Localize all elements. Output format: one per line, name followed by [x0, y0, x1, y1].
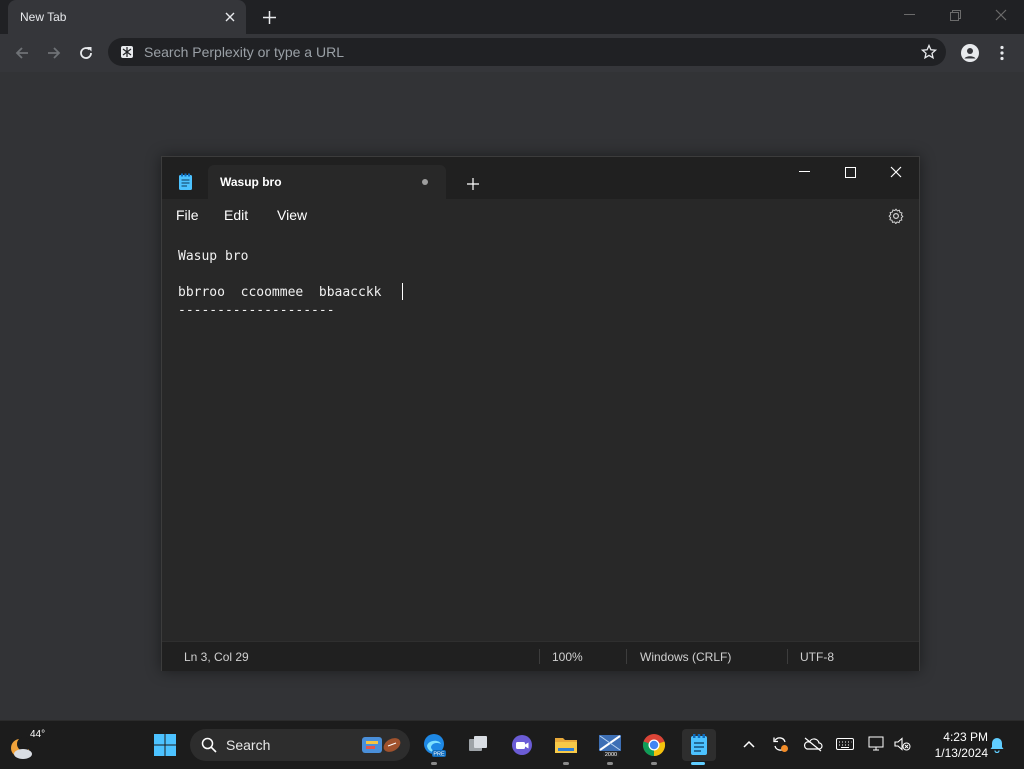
- volume-muted-icon[interactable]: [891, 733, 913, 755]
- address-bar[interactable]: [108, 38, 946, 66]
- close-window-button[interactable]: [978, 0, 1024, 30]
- onedrive-offline-icon[interactable]: [802, 733, 824, 755]
- device-manager-icon[interactable]: 2000: [594, 729, 626, 765]
- notepad-minimize-button[interactable]: [781, 157, 827, 187]
- taskbar: 44° Search PRE 2000 4:23 PM 1/13/2024: [0, 720, 1024, 769]
- restore-button[interactable]: [932, 0, 978, 30]
- editor-line-4: --------------------: [178, 303, 335, 318]
- start-icon[interactable]: [149, 729, 181, 761]
- reload-button[interactable]: [73, 40, 99, 66]
- menu-view[interactable]: View: [277, 207, 307, 223]
- search-label: Search: [226, 737, 271, 753]
- clock-time: 4:23 PM: [943, 730, 988, 744]
- notification-bell-icon[interactable]: [986, 733, 1008, 755]
- text-cursor: [402, 283, 403, 300]
- taskbar-clock[interactable]: 4:23 PM 1/13/2024: [918, 729, 988, 761]
- network-icon[interactable]: [866, 733, 888, 755]
- editor-line-3: bbrroo ccoommee bbaacckk: [178, 285, 398, 300]
- address-input[interactable]: [142, 43, 916, 61]
- chrome-icon[interactable]: [638, 729, 670, 765]
- notepad-new-tab-button[interactable]: [462, 173, 484, 195]
- profile-icon[interactable]: [957, 40, 983, 66]
- notepad-taskbar-icon[interactable]: [682, 729, 716, 765]
- minimize-button[interactable]: [886, 0, 932, 30]
- status-encoding: UTF-8: [800, 650, 834, 664]
- status-divider: [787, 649, 788, 664]
- menu-file[interactable]: File: [176, 207, 199, 223]
- settings-gear-icon[interactable]: [885, 205, 907, 227]
- new-tab-button[interactable]: [258, 6, 280, 28]
- sync-icon[interactable]: [769, 733, 791, 755]
- taskbar-search-box[interactable]: Search: [190, 729, 410, 761]
- weather-widget[interactable]: 44°: [8, 729, 48, 763]
- browser-tab[interactable]: New Tab: [8, 0, 246, 34]
- more-menu-icon[interactable]: [989, 40, 1015, 66]
- status-zoom: 100%: [552, 650, 583, 664]
- text-editor[interactable]: Wasup bro bbrroo ccoommee bbaacckk -----…: [162, 233, 919, 641]
- running-indicator: [651, 762, 657, 765]
- status-cursor-position: Ln 3, Col 29: [184, 650, 249, 664]
- notepad-statusbar: Ln 3, Col 29 100% Windows (CRLF) UTF-8: [162, 641, 919, 671]
- search-highlight-art-icon: [362, 737, 401, 753]
- notepad-tab-title: Wasup bro: [220, 175, 282, 189]
- edge-badge: PRE: [433, 752, 445, 758]
- browser-tab-strip: New Tab: [0, 0, 1024, 34]
- chevron-up-icon[interactable]: [738, 733, 760, 755]
- running-indicator: [563, 762, 569, 765]
- status-line-ending: Windows (CRLF): [640, 650, 732, 664]
- bookmark-star-icon[interactable]: [916, 39, 942, 65]
- unsaved-indicator-icon[interactable]: [422, 179, 428, 185]
- file-explorer-icon[interactable]: [550, 729, 582, 765]
- notepad-close-button[interactable]: [873, 157, 919, 187]
- status-divider: [539, 649, 540, 664]
- edge-beta-icon[interactable]: PRE: [418, 729, 450, 765]
- browser-toolbar: [0, 34, 1024, 72]
- menu-edit[interactable]: Edit: [224, 207, 248, 223]
- perplexity-icon: [118, 43, 136, 61]
- forward-button[interactable]: [41, 40, 67, 66]
- running-indicator: [431, 762, 437, 765]
- running-indicator: [607, 762, 613, 765]
- meet-icon[interactable]: [506, 729, 538, 761]
- keyboard-icon[interactable]: [834, 733, 856, 755]
- editor-line-1: Wasup bro: [178, 249, 249, 264]
- back-button[interactable]: [9, 40, 35, 66]
- status-divider: [626, 649, 627, 664]
- weather-temperature: 44°: [30, 729, 46, 740]
- close-icon[interactable]: [220, 7, 240, 27]
- search-icon: [200, 736, 218, 754]
- active-indicator: [691, 762, 705, 765]
- notepad-titlebar[interactable]: Wasup bro: [162, 157, 919, 199]
- device-badge: 2000: [605, 752, 617, 758]
- notepad-maximize-button[interactable]: [827, 157, 873, 187]
- notepad-tab[interactable]: Wasup bro: [208, 165, 446, 199]
- notepad-menubar: File Edit View: [162, 199, 919, 233]
- clock-date: 1/13/2024: [934, 746, 988, 760]
- browser-tab-title: New Tab: [20, 10, 67, 24]
- notepad-window: Wasup bro File Edit View Wasup bro bbrro…: [161, 156, 920, 671]
- notepad-app-icon: [178, 173, 194, 191]
- task-view-icon[interactable]: [462, 729, 494, 761]
